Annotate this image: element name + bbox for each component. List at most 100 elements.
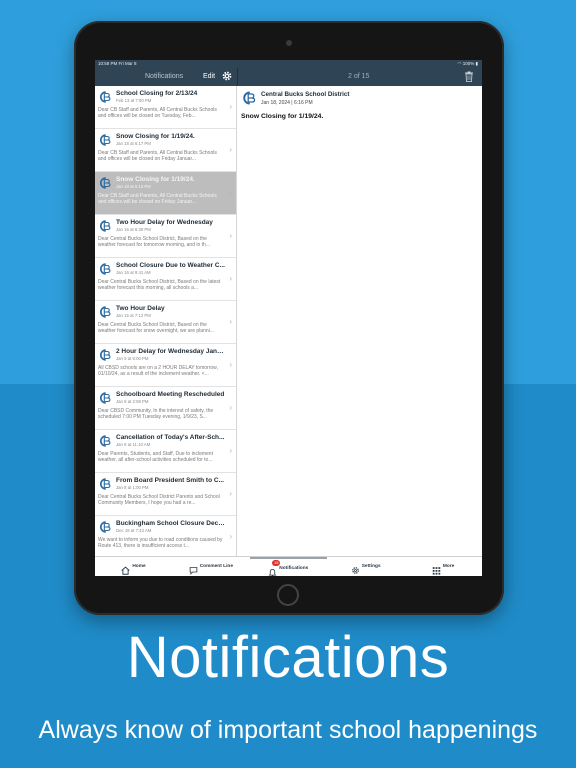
- app-screen: 10:58 PM Fri Mar 8 ◠ 100% ▮ Notification…: [95, 60, 482, 576]
- chevron-right-icon: ›: [229, 446, 232, 455]
- tab-notifications[interactable]: 15 Notifications: [249, 557, 327, 576]
- chevron-right-icon: ›: [229, 231, 232, 240]
- chat-icon: [189, 562, 198, 575]
- list-item[interactable]: Cancellation of Today's After-Sch... Jan …: [95, 430, 236, 473]
- notification-detail: Central Bucks School District Jan 18, 20…: [237, 86, 482, 556]
- battery-level: 100%: [462, 61, 475, 66]
- item-date: Jan 9 at 6:00 PM: [116, 356, 149, 361]
- item-title: Cancellation of Today's After-Sch...: [116, 434, 225, 441]
- item-title: Two Hour Delay: [116, 305, 165, 312]
- list-item[interactable]: Two Hour Delay Jan 15 at 7:12 PM Dear Cent…: [95, 301, 236, 344]
- item-preview: Dear Central Bucks School District Paren…: [98, 494, 220, 507]
- tab-label: Home: [132, 564, 146, 569]
- gear-icon: [351, 562, 360, 574]
- item-title: From Board President Smith to C...: [116, 477, 224, 484]
- tab-label: Notifications: [279, 566, 309, 571]
- district-logo-icon: [100, 306, 111, 318]
- tab-home[interactable]: Home: [95, 557, 172, 576]
- list-item[interactable]: Two Hour Delay for Wednesday Jan 16 at 6:…: [95, 215, 236, 258]
- item-date: Jan 8 at 1:00 PM: [116, 485, 149, 490]
- detail-subject: Snow Closing for 1/19/24.: [241, 113, 324, 120]
- district-logo-icon: [100, 435, 111, 447]
- tab-comment-line[interactable]: Comment Line: [172, 557, 249, 576]
- district-logo-icon: [100, 478, 111, 490]
- item-title: Two Hour Delay for Wednesday: [116, 219, 213, 226]
- item-title: Snow Closing for 1/19/24.: [116, 176, 195, 183]
- list-item[interactable]: Snow Closing for 1/19/24. Jan 18 at 6:16 …: [95, 172, 236, 215]
- item-title: 2 Hour Delay for Wednesday Janu...: [116, 348, 226, 355]
- home-icon: [121, 562, 130, 575]
- list-item[interactable]: 2 Hour Delay for Wednesday Janu... Jan 9 …: [95, 344, 236, 387]
- district-logo-icon: [100, 521, 111, 533]
- bell-icon: 15: [268, 560, 281, 576]
- list-item[interactable]: Buckingham School Closure Dece... Dec 18 …: [95, 516, 236, 556]
- chevron-right-icon: ›: [229, 532, 232, 541]
- status-time: 10:58 PM Fri Mar 8: [98, 61, 137, 66]
- district-logo-icon: [100, 177, 111, 189]
- district-logo-icon: [100, 134, 111, 146]
- front-camera: [286, 40, 292, 46]
- nav-title: Notifications: [145, 73, 184, 80]
- tab-label: Comment Line: [199, 564, 234, 569]
- gear-icon[interactable]: [221, 70, 233, 82]
- district-logo-icon: [100, 220, 111, 232]
- district-logo-icon: [100, 349, 111, 361]
- item-title: Schoolboard Meeting Rescheduled: [116, 391, 225, 398]
- edit-button[interactable]: Edit: [203, 73, 215, 80]
- chevron-right-icon: ›: [229, 102, 232, 111]
- tab-settings[interactable]: Settings: [327, 557, 404, 576]
- item-date: Dec 18 at 7:43 AM: [116, 528, 152, 533]
- list-item[interactable]: School Closing for 2/13/24 Feb 13 at 7:00…: [95, 86, 236, 129]
- tab-label: More: [442, 564, 455, 569]
- status-bar: 10:58 PM Fri Mar 8 ◠ 100% ▮: [95, 60, 482, 68]
- trash-icon[interactable]: [464, 71, 474, 82]
- item-preview: Dear Parents, Students, and Staff, Due t…: [98, 451, 213, 464]
- notification-badge: 15: [272, 560, 281, 566]
- list-item[interactable]: From Board President Smith to C... Jan 8 …: [95, 473, 236, 516]
- item-title: Buckingham School Closure Dece...: [116, 520, 226, 527]
- promo-subline: Always know of important school happenin…: [38, 716, 538, 744]
- district-logo-icon: [243, 91, 256, 105]
- tab-more[interactable]: More: [405, 557, 482, 576]
- item-date: Jan 9 at 11:10 AM: [116, 442, 151, 447]
- list-item[interactable]: Schoolboard Meeting Rescheduled Jan 9 at …: [95, 387, 236, 430]
- chevron-right-icon: ›: [229, 360, 232, 369]
- district-logo-icon: [100, 91, 111, 103]
- list-item[interactable]: Snow Closing for 1/19/24. Jan 18 at 6:17 …: [95, 129, 236, 172]
- item-date: Jan 18 at 6:16 PM: [116, 184, 151, 189]
- chevron-right-icon: ›: [229, 403, 232, 412]
- chevron-right-icon: ›: [229, 188, 232, 197]
- item-title: School Closure Due to Weather C...: [116, 262, 225, 269]
- notification-list[interactable]: School Closing for 2/13/24 Feb 13 at 7:00…: [95, 86, 237, 556]
- item-date: Jan 16 at 9:41 AM: [116, 270, 151, 275]
- item-date: Jan 16 at 6:30 PM: [116, 227, 151, 232]
- wifi-icon: ◠: [457, 61, 462, 66]
- item-preview: Dear CB Staff and Parents, All Central B…: [98, 193, 217, 206]
- list-item[interactable]: School Closure Due to Weather C... Jan 16…: [95, 258, 236, 301]
- status-battery: ◠ 100% ▮: [458, 61, 478, 67]
- tab-bar: Home Comment Line 15 Notifications Settings M…: [95, 556, 482, 576]
- ipad-device-frame: 10:58 PM Fri Mar 8 ◠ 100% ▮ Notification…: [74, 21, 504, 615]
- tab-label: Settings: [361, 564, 381, 569]
- item-preview: Dear Central Bucks School District, Base…: [98, 279, 221, 292]
- item-date: Feb 13 at 7:00 PM: [116, 98, 152, 103]
- district-logo-icon: [100, 392, 111, 404]
- chevron-right-icon: ›: [229, 145, 232, 154]
- chevron-right-icon: ›: [229, 317, 232, 326]
- item-preview: Dear CBSD Community, In the interest of …: [98, 408, 214, 421]
- grid-icon: [432, 562, 441, 575]
- item-preview: Dear Central Bucks School District, Base…: [98, 322, 214, 335]
- item-preview: Dear Central Bucks School District, Base…: [98, 236, 210, 249]
- detail-navbar: 2 of 15: [237, 68, 482, 86]
- battery-icon: ▮: [475, 61, 478, 66]
- home-hardware-button[interactable]: [277, 584, 299, 606]
- chevron-right-icon: ›: [229, 274, 232, 283]
- district-logo-icon: [100, 263, 111, 275]
- list-navbar: Notifications Edit: [95, 68, 237, 86]
- item-date: Jan 15 at 7:12 PM: [116, 313, 151, 318]
- message-counter: 2 of 15: [348, 73, 370, 80]
- promo-headline: Notifications: [126, 625, 450, 690]
- top-bar: 10:58 PM Fri Mar 8 ◠ 100% ▮ Notification…: [95, 60, 482, 86]
- item-date: Jan 9 at 2:59 PM: [116, 399, 149, 404]
- item-date: Jan 18 at 6:17 PM: [116, 141, 151, 146]
